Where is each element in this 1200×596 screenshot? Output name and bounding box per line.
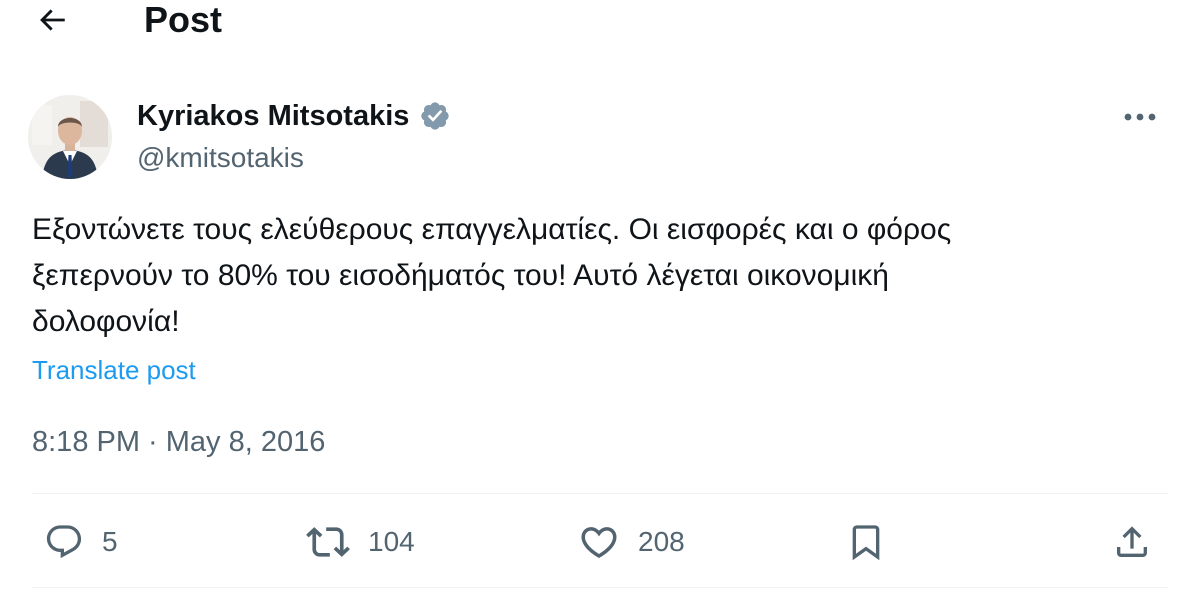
page-title: Post <box>144 0 223 40</box>
bookmark-icon <box>846 522 886 562</box>
verified-badge-icon[interactable] <box>419 100 451 132</box>
translate-post-link[interactable]: Translate post <box>32 352 196 388</box>
heart-icon <box>578 521 620 563</box>
share-icon <box>1112 522 1152 562</box>
back-button[interactable] <box>24 0 80 44</box>
post-timestamp[interactable]: 8:18 PM · May 8, 2016 <box>32 424 325 460</box>
reply-icon <box>44 522 84 562</box>
share-button[interactable] <box>1112 517 1152 567</box>
reply-button[interactable]: 5 <box>44 517 118 567</box>
repost-button[interactable]: 104 <box>306 517 415 567</box>
divider <box>32 587 1168 588</box>
like-count: 208 <box>638 526 685 557</box>
like-button[interactable]: 208 <box>578 517 685 567</box>
reply-count: 5 <box>102 526 118 557</box>
repost-icon <box>306 520 350 564</box>
divider <box>32 493 1168 494</box>
post-text: Εξοντώνετε τους ελεύθερους επαγγελματίες… <box>32 213 952 338</box>
arrow-left-icon <box>35 3 69 42</box>
bookmark-button[interactable] <box>846 517 886 567</box>
author-name-row[interactable]: Kyriakos Mitsotakis <box>137 99 451 133</box>
repost-count: 104 <box>368 526 415 557</box>
author-handle[interactable]: @kmitsotakis <box>137 141 304 175</box>
more-options-button[interactable] <box>1112 98 1168 138</box>
avatar[interactable] <box>28 95 112 179</box>
more-horizontal-icon <box>1123 109 1157 127</box>
author-name[interactable]: Kyriakos Mitsotakis <box>137 99 409 133</box>
